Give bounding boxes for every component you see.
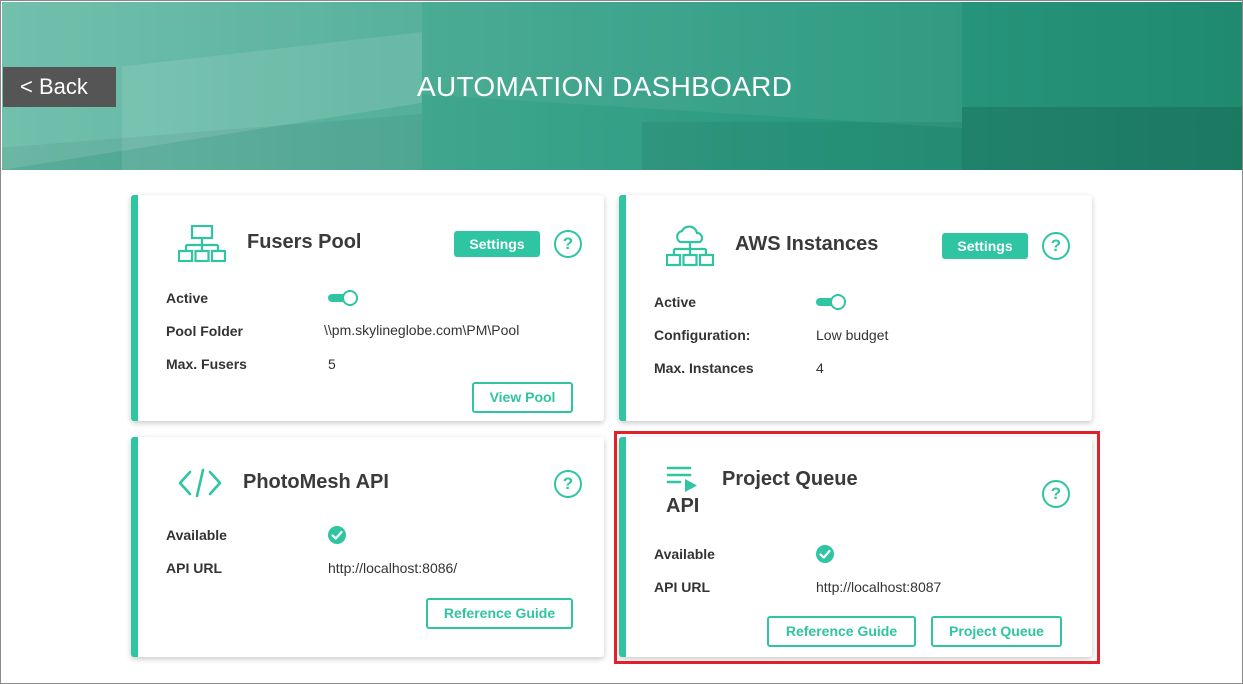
max-instances-label: Max. Instances: [654, 360, 754, 376]
code-brackets-icon: [178, 468, 222, 498]
max-fusers-value: 5: [328, 356, 336, 372]
active-label: Active: [166, 290, 209, 306]
active-toggle[interactable]: [328, 290, 358, 306]
settings-button[interactable]: Settings: [942, 233, 1028, 259]
help-icon[interactable]: ?: [554, 230, 582, 258]
view-pool-button[interactable]: View Pool: [472, 382, 573, 413]
pool-folder-value: \\pm.skylineglobe.com\PM\Pool: [324, 322, 520, 338]
banner-decoration: [962, 107, 1242, 170]
card-title: AWS Instances: [735, 233, 879, 255]
toggle-knob: [342, 290, 358, 306]
pool-folder-label: Pool Folder: [166, 323, 243, 339]
active-label: Active: [654, 294, 697, 310]
cloud-network-icon: [666, 225, 714, 267]
check-circle-icon: [328, 526, 346, 544]
configuration-label: Configuration:: [654, 327, 751, 343]
help-icon[interactable]: ?: [554, 470, 582, 498]
configuration-value: Low budget: [816, 327, 889, 343]
max-fusers-label: Max. Fusers: [166, 356, 247, 372]
settings-button[interactable]: Settings: [454, 231, 540, 257]
banner-decoration: [642, 122, 962, 170]
max-instances-value: 4: [816, 360, 824, 376]
toggle-knob: [830, 294, 846, 310]
api-url-label: API URL: [166, 560, 222, 576]
back-button[interactable]: < Back: [3, 67, 116, 107]
network-hierarchy-icon: [178, 225, 226, 263]
help-icon[interactable]: ?: [1042, 232, 1070, 260]
fusers-pool-card: Fusers Pool Settings ? Active Pool Folde…: [131, 195, 604, 421]
page-title: AUTOMATION DASHBOARD: [417, 71, 793, 102]
dashboard-window: < Back AUTOMATION DASHBOARD Fusers Pool …: [0, 0, 1243, 684]
aws-instances-card: AWS Instances Settings ? Active Configur…: [619, 195, 1092, 421]
api-url-value: http://localhost:8086/: [328, 560, 458, 576]
card-title: PhotoMesh API: [243, 471, 389, 493]
available-label: Available: [166, 527, 227, 543]
active-toggle[interactable]: [816, 294, 846, 310]
card-title: Fusers Pool: [247, 231, 362, 253]
photomesh-api-card: PhotoMesh API ? Available API URL http:/…: [131, 437, 604, 657]
reference-guide-button[interactable]: Reference Guide: [426, 598, 573, 629]
highlight-box: [614, 431, 1100, 664]
